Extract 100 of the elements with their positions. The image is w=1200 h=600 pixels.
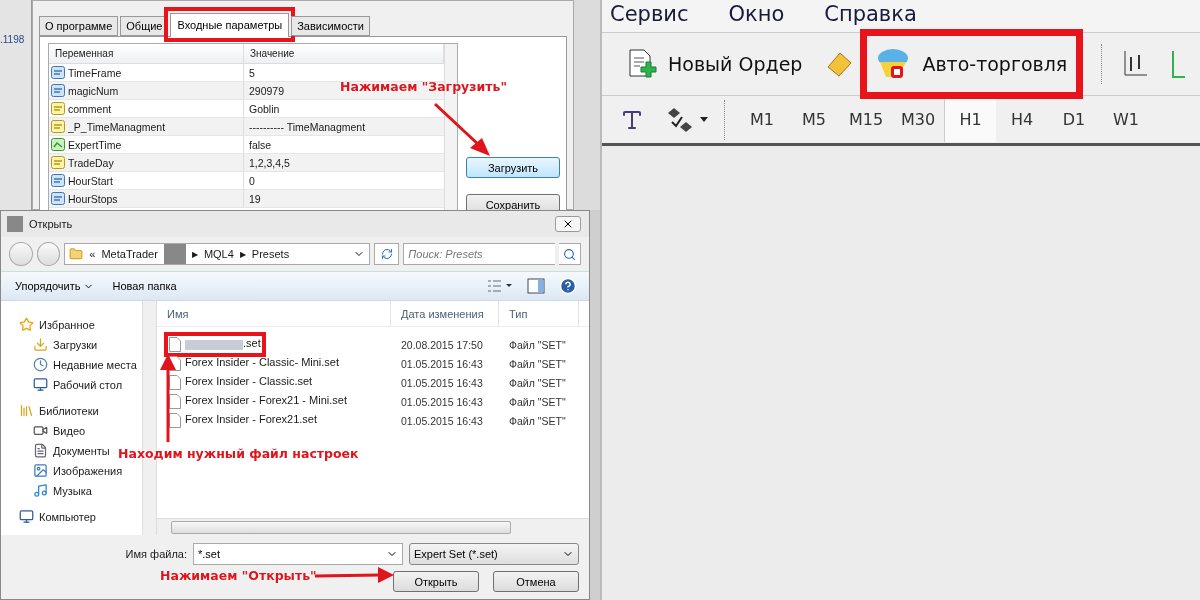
breadcrumb-separator: ▶: [239, 249, 246, 259]
int-type-icon: [51, 66, 65, 79]
dialog-tab[interactable]: О программе: [39, 16, 119, 36]
nav-item[interactable]: Компьютер: [39, 510, 96, 523]
int-type-icon: [51, 174, 65, 187]
nav-item[interactable]: Библиотеки: [39, 404, 99, 417]
star-icon: [19, 317, 34, 332]
parameter-value[interactable]: 19: [244, 190, 266, 207]
file-type: Файл "SET": [508, 357, 566, 370]
close-button[interactable]: [555, 216, 581, 232]
nav-item[interactable]: Загрузки: [53, 338, 98, 351]
redacted-block: [163, 244, 186, 264]
file-name[interactable]: Forex Insider - Forex21 - Mini.set: [185, 394, 347, 409]
parameter-value[interactable]: 0: [244, 172, 260, 189]
parameter-value[interactable]: 5: [244, 64, 260, 81]
folder-icon: [69, 247, 84, 261]
parameter-name: ExpertTime: [68, 138, 122, 151]
search-button[interactable]: [559, 243, 581, 265]
file-icon: [169, 394, 181, 409]
column-header[interactable]: Тип: [499, 301, 579, 326]
auto-trading-button[interactable]: Авто-торговля: [872, 41, 1072, 87]
parameter-name: HourStops: [68, 192, 118, 205]
menu-item[interactable]: Справка: [824, 2, 917, 30]
parameter-name: TimeFrame: [68, 66, 122, 79]
timeframe-button[interactable]: M30: [892, 97, 944, 142]
timeframe-button[interactable]: H4: [996, 97, 1048, 142]
timeframe-button[interactable]: M15: [840, 97, 892, 142]
timeframe-button[interactable]: D1: [1048, 97, 1100, 142]
int-type-icon: [51, 192, 65, 205]
breadcrumb[interactable]: MQL4: [203, 248, 234, 260]
file-date: 01.05.2015 16:43: [400, 357, 484, 370]
file-name[interactable]: Forex Insider - Classic.set: [185, 375, 313, 390]
new-order-button[interactable]: Новый Ордер: [622, 42, 807, 86]
timeframe-button[interactable]: W1: [1100, 97, 1152, 142]
menu-item[interactable]: Сервис: [610, 2, 689, 30]
nav-item[interactable]: Документы: [53, 444, 110, 457]
bar-chart-icon: [1121, 49, 1150, 79]
file-type-dropdown[interactable]: Expert Set (*.set): [409, 543, 579, 565]
breadcrumb-separator: ▶: [191, 249, 198, 259]
file-type: Файл "SET": [508, 376, 566, 389]
nav-item[interactable]: Недавние места: [53, 358, 137, 371]
load-button[interactable]: Загрузить: [466, 157, 560, 178]
dialog-tab[interactable]: Зависимости: [291, 16, 370, 36]
organize-menu[interactable]: Упорядочить: [9, 277, 101, 295]
monitor-icon: [19, 509, 34, 524]
parameter-name: comment: [68, 102, 112, 115]
forward-button[interactable]: [36, 242, 61, 266]
parameter-value[interactable]: 290979: [244, 82, 290, 99]
help-icon: [559, 277, 577, 295]
new-folder-button[interactable]: Новая папка: [106, 277, 183, 295]
cancel-button[interactable]: Отмена: [493, 571, 579, 592]
nav-item[interactable]: Изображения: [53, 464, 123, 477]
search-field[interactable]: Поиск: Presets: [403, 243, 556, 265]
parameter-value[interactable]: ---------- TimeManagment: [244, 118, 371, 135]
file-date: 20.08.2015 17:50: [400, 338, 484, 351]
image-icon: [33, 463, 48, 478]
file-icon: [169, 337, 181, 352]
column-header[interactable]: Дата изменения: [391, 301, 499, 326]
timeframe-button[interactable]: M1: [736, 97, 788, 142]
nav-item[interactable]: Рабочий стол: [53, 378, 123, 391]
parameter-name: _P_TimeManagment: [68, 120, 166, 133]
annotation-text: Находим нужный файл настроек: [118, 446, 359, 461]
file-name[interactable]: .set: [243, 337, 261, 352]
nav-item[interactable]: Видео: [53, 424, 86, 437]
dialog-tab[interactable]: Входные параметры: [170, 13, 290, 37]
parameter-value[interactable]: Goblin: [244, 100, 285, 117]
timeframe-button[interactable]: M5: [788, 97, 840, 142]
breadcrumb[interactable]: MetaTrader: [101, 248, 158, 260]
text-type-icon: [51, 156, 65, 169]
file-name[interactable]: Forex Insider - Forex21.set: [185, 413, 318, 428]
file-type: Файл "SET": [508, 338, 566, 351]
timeframe-button[interactable]: H1: [944, 97, 996, 142]
file-date: 01.05.2015 16:43: [400, 395, 484, 408]
download-icon: [33, 337, 48, 352]
parameter-value[interactable]: false: [244, 136, 277, 153]
address-bar[interactable]: « MetaTrader ▶ MQL4 ▶ Presets: [64, 243, 370, 265]
refresh-button[interactable]: [373, 243, 400, 265]
document-plus-icon: [626, 48, 658, 80]
scrollbar[interactable]: [157, 518, 589, 535]
column-header[interactable]: Имя: [157, 301, 391, 326]
nav-item[interactable]: Музыка: [53, 484, 92, 497]
parameter-value[interactable]: 1,2,3,4,5: [244, 154, 295, 171]
clock-icon: [33, 357, 48, 372]
menu-item[interactable]: Окно: [728, 2, 785, 30]
annotation-arrow: [433, 102, 490, 156]
back-button[interactable]: [9, 242, 33, 266]
price-label: .1198: [0, 34, 26, 45]
nav-item[interactable]: Избранное: [39, 318, 95, 331]
breadcrumb-overflow[interactable]: «: [89, 248, 96, 260]
field-label: Имя файла:: [125, 548, 187, 560]
breadcrumb[interactable]: Presets: [251, 248, 290, 260]
open-button[interactable]: Открыть: [393, 571, 479, 592]
document-icon: [33, 443, 48, 458]
music-note-icon: [33, 483, 48, 498]
window-title: Открыть: [29, 218, 74, 230]
axis-icon: [1171, 49, 1186, 79]
pane-icon: [527, 278, 545, 294]
file-name[interactable]: Forex Insider - Classic- Mini.set: [185, 356, 340, 371]
file-type: Файл "SET": [508, 395, 566, 408]
int-type-icon: [51, 84, 65, 97]
